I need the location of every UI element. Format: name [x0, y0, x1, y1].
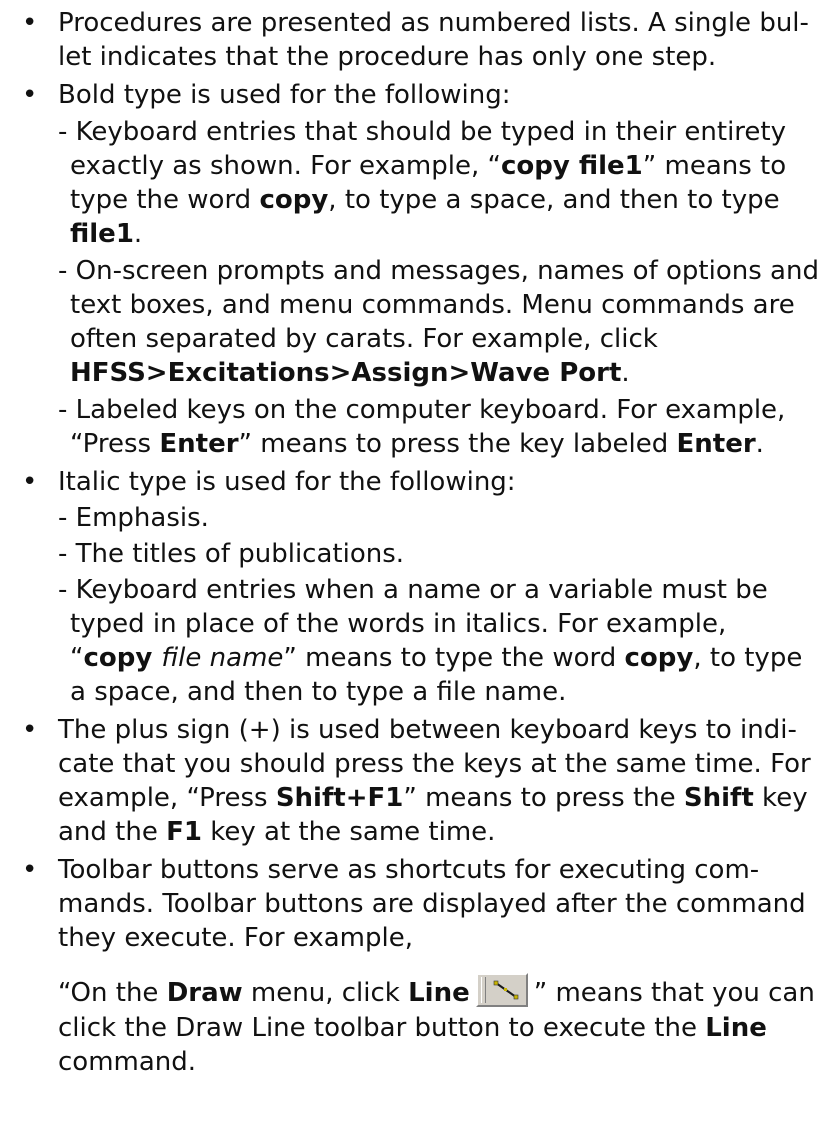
text-line: Italic type is used for the following: [58, 467, 516, 497]
draw-line-toolbar-button[interactable] [475, 973, 528, 1007]
text-line: let indicates that the procedure has onl… [58, 42, 717, 72]
text-line: - On-screen prompts and messages, names … [58, 256, 819, 286]
toolbar-grip [480, 977, 486, 1003]
text-line: Bold type is used for the following: [58, 80, 511, 110]
text-line: - The titles of publications. [58, 539, 405, 569]
text-line: “Press Enter” means to press the key lab… [70, 429, 764, 459]
text-line: “On the Draw menu, click Line” means tha… [58, 973, 815, 1012]
text-line: - Emphasis. [58, 503, 209, 533]
text-line: they execute. For example, [58, 923, 413, 953]
text-line: typed in place of the words in italics. … [70, 609, 727, 639]
bullet: • [22, 715, 38, 745]
bullet: • [22, 80, 38, 110]
bullet: • [22, 8, 38, 38]
text-line: exactly as shown. For example, “copy fil… [70, 151, 787, 181]
text-line: command. [58, 1047, 197, 1077]
text-line: type the word copy, to type a space, and… [70, 185, 780, 215]
text-line: The plus sign (+) is used between keyboa… [58, 715, 797, 745]
text-line: - Keyboard entries when a name or a vari… [58, 575, 768, 605]
text-line: Toolbar buttons serve as shortcuts for e… [58, 855, 760, 885]
text-line: HFSS>Excitations>Assign>Wave Port. [70, 358, 630, 388]
text-line: click the Draw Line toolbar button to ex… [58, 1013, 767, 1043]
text-line: often separated by carats. For example, … [70, 324, 658, 354]
text-line: file1. [70, 219, 143, 249]
text-line: “copy file name” means to type the word … [70, 643, 803, 673]
text-line: text boxes, and menu commands. Menu comm… [70, 290, 795, 320]
text-line: a space, and then to type a file name. [70, 677, 567, 707]
text-line: - Labeled keys on the computer keyboard.… [58, 395, 786, 425]
text-line: cate that you should press the keys at t… [58, 749, 811, 779]
text-line: mands. Toolbar buttons are displayed aft… [58, 889, 806, 919]
text-line: - Keyboard entries that should be typed … [58, 117, 786, 147]
bullet: • [22, 467, 38, 497]
text-line: Procedures are presented as numbered lis… [58, 8, 809, 38]
text-line: example, “Press Shift+F1” means to press… [58, 783, 808, 813]
bullet: • [22, 855, 38, 885]
text-line: and the F1 key at the same time. [58, 817, 496, 847]
draw-line-icon [493, 980, 519, 1000]
